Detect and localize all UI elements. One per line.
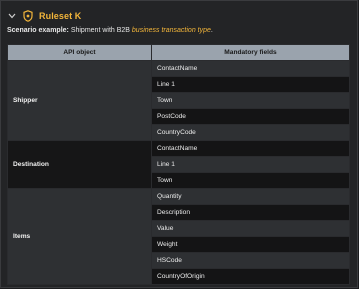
field-cell: Town — [151, 92, 350, 109]
field-cell: HSCode — [151, 252, 350, 269]
ruleset-title: Ruleset K — [39, 11, 82, 21]
scenario-emphasis: business transaction type — [131, 27, 211, 34]
field-cell: ContactName — [151, 140, 350, 157]
scenario-suffix: . — [210, 27, 213, 34]
field-cell: Value — [151, 220, 350, 237]
field-cell: Quantity — [151, 188, 350, 205]
group-items: Items — [7, 188, 152, 285]
ruleset-header[interactable]: Ruleset K — [7, 9, 81, 23]
ruleset-panel: Ruleset K Scenario example: Shipment wit… — [0, 0, 358, 288]
table-row: Shipper ContactName — [7, 60, 350, 141]
field-cell: Town — [151, 172, 350, 189]
field-cell: ContactName — [151, 60, 350, 77]
column-header-api-object: API object — [7, 44, 152, 61]
scenario-label: Scenario example: — [7, 27, 69, 34]
field-cell: Line 1 — [151, 156, 350, 173]
table-header-row: API object Mandatory fields — [7, 44, 350, 61]
field-cell: Weight — [151, 236, 350, 253]
table-row: Items Quantity — [7, 188, 350, 285]
scenario-text: Shipment with B2B — [68, 27, 132, 34]
shield-icon — [22, 9, 34, 23]
field-cell: CountryOfOrigin — [151, 268, 350, 285]
column-header-mandatory-fields: Mandatory fields — [151, 44, 350, 61]
mandatory-fields-table: API object Mandatory fields Shipper Cont… — [7, 44, 350, 285]
group-shipper: Shipper — [7, 60, 152, 141]
field-cell: CountryCode — [151, 124, 350, 141]
table-row: Destination ContactName — [7, 140, 350, 189]
group-destination: Destination — [7, 140, 152, 189]
field-cell: Description — [151, 204, 350, 221]
field-cell: PostCode — [151, 108, 350, 125]
chevron-down-icon[interactable] — [7, 9, 17, 23]
field-cell: Line 1 — [151, 76, 350, 93]
scenario-description: Scenario example: Shipment with B2B busi… — [7, 27, 213, 34]
